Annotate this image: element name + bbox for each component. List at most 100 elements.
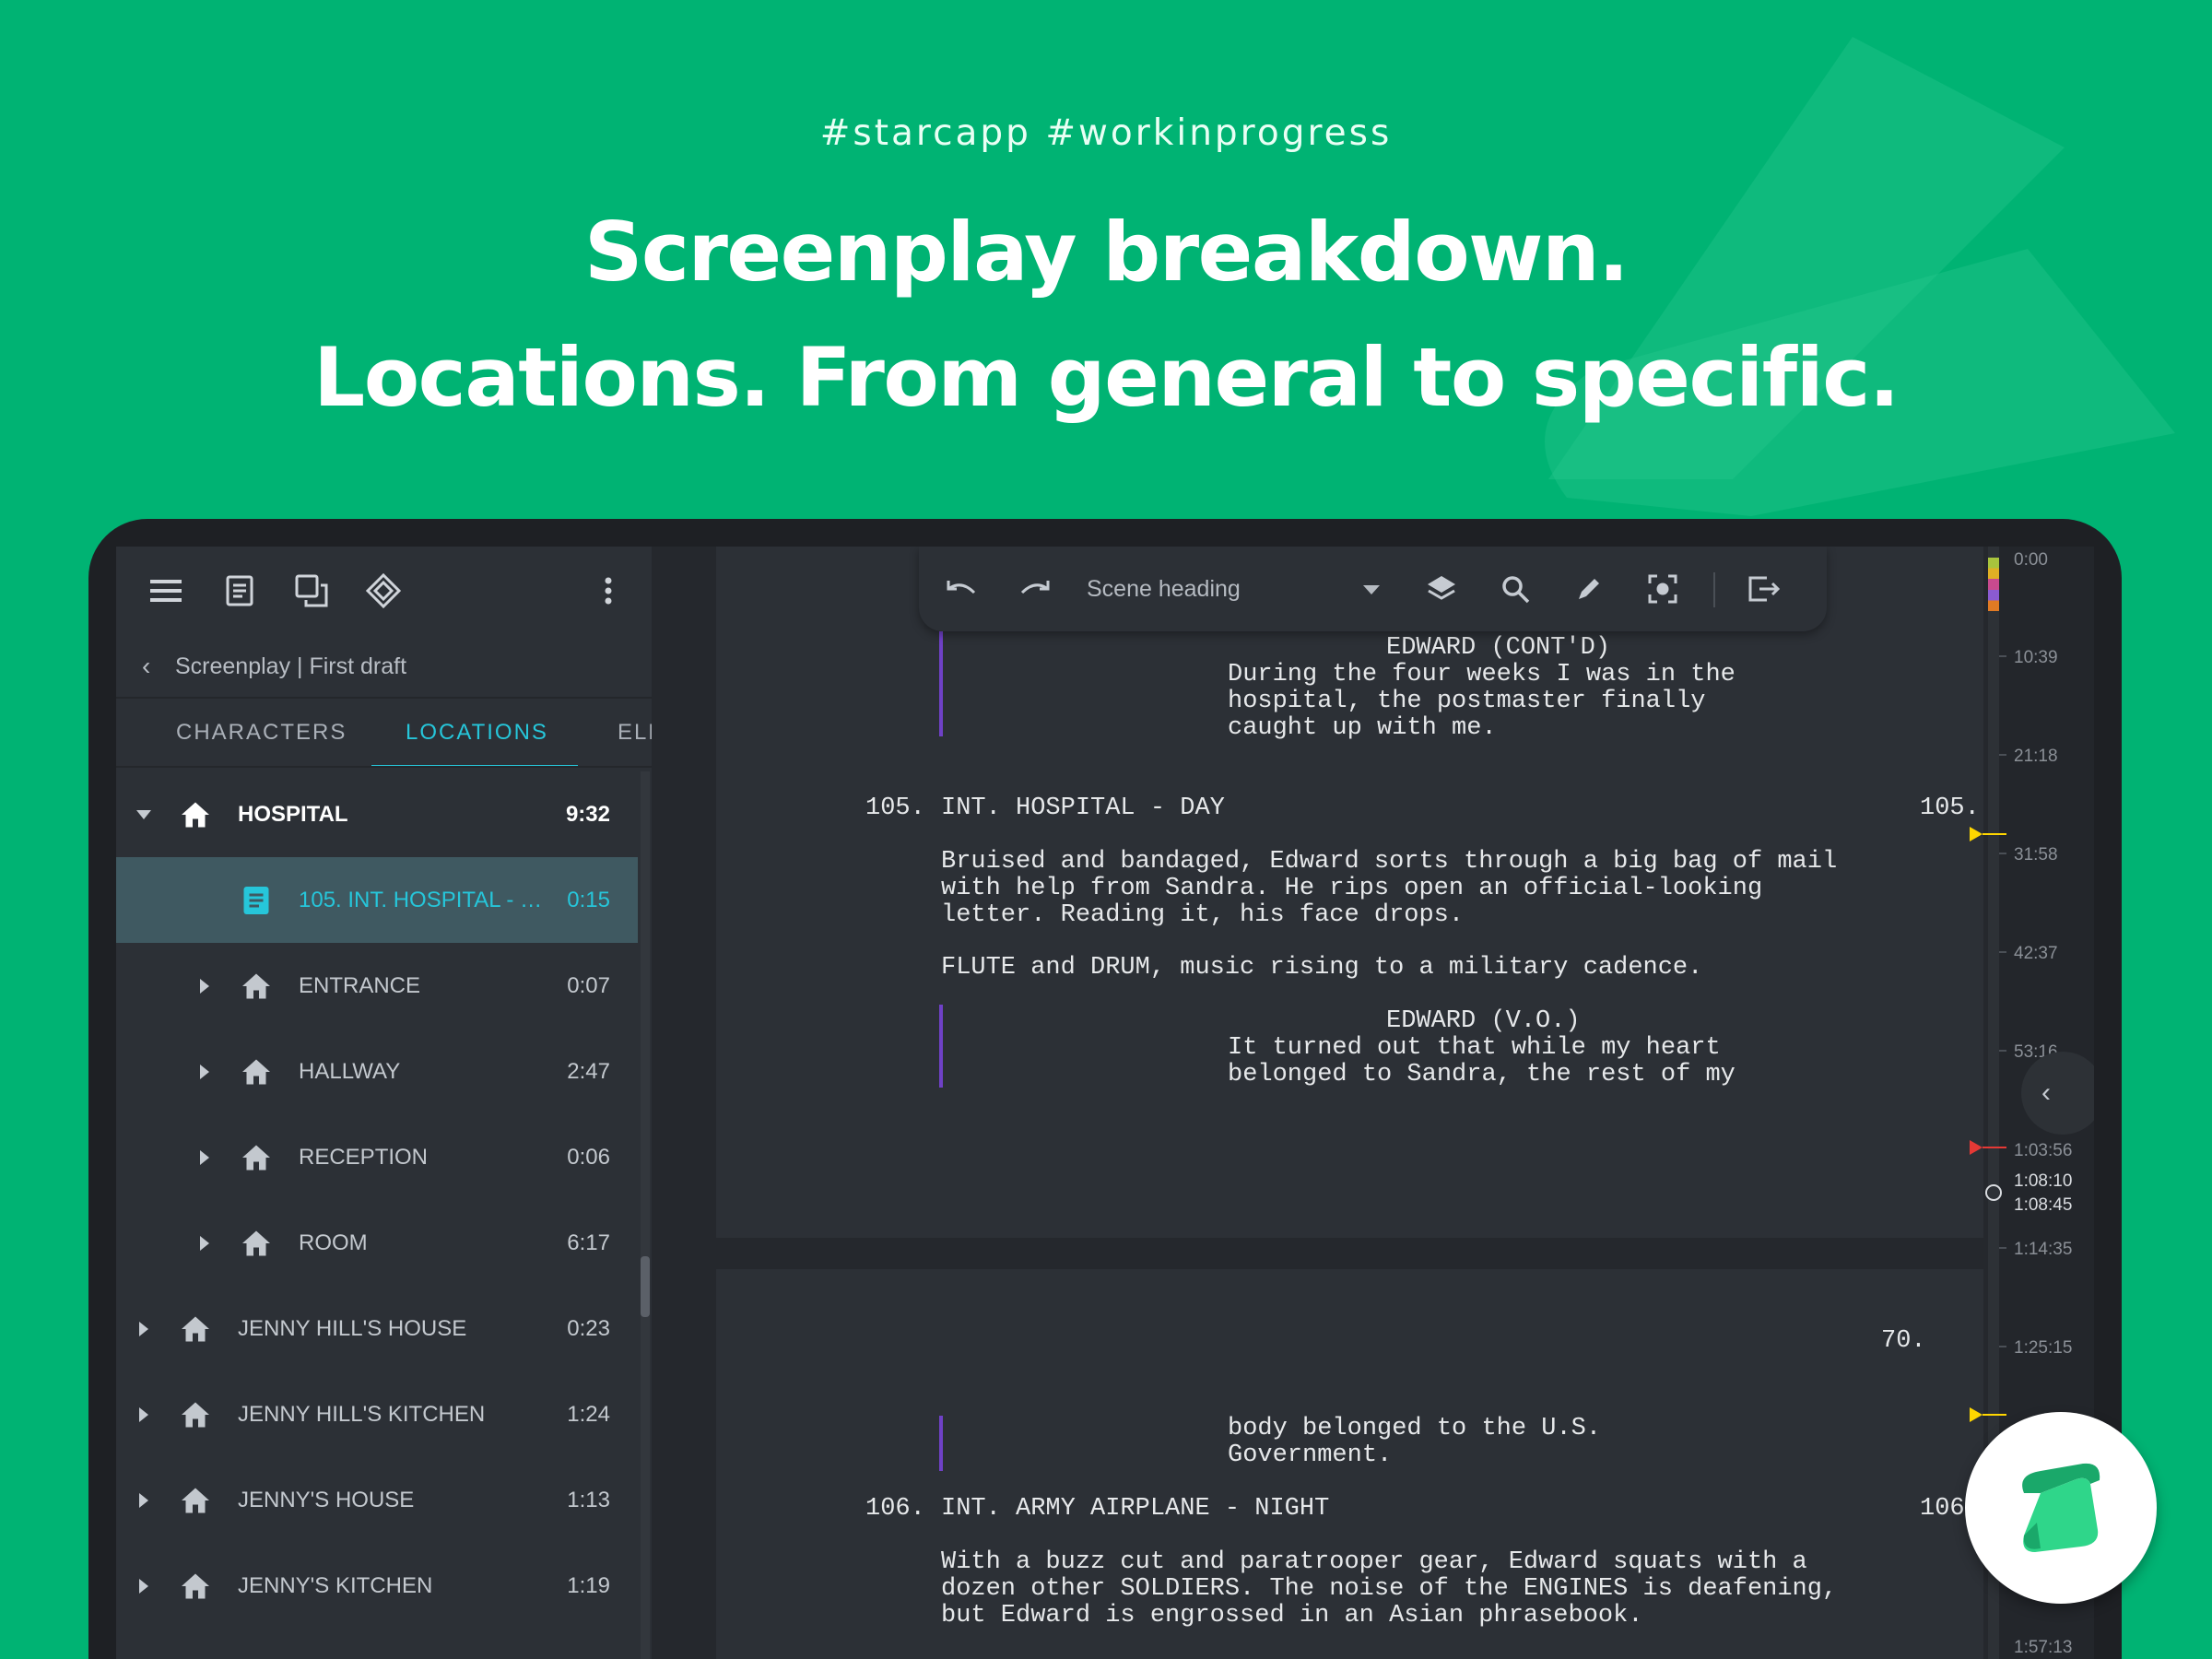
character-name[interactable]: EDWARD (CONT'D) xyxy=(1386,635,1610,662)
tab-elements[interactable]: ELEMENTS xyxy=(618,699,652,766)
scene-heading[interactable]: INT. ARMY AIRPLANE - NIGHT xyxy=(941,1496,1329,1523)
collapsed-arrow-icon[interactable] xyxy=(195,977,214,995)
collapsed-arrow-icon[interactable] xyxy=(195,1063,214,1081)
collapsed-arrow-icon[interactable] xyxy=(135,1406,153,1424)
export-icon[interactable] xyxy=(1742,567,1786,611)
home-icon xyxy=(242,1059,270,1084)
expanded-arrow-icon[interactable] xyxy=(135,806,153,824)
screenplay-editor: EDWARD (CONT'D) During the four weeks I … xyxy=(652,547,2094,1659)
tree-row-time: 0:07 xyxy=(567,972,610,998)
tree-row-time: 1:24 xyxy=(567,1401,610,1427)
chevron-left-icon: ‹ xyxy=(142,652,151,680)
tree-row-jenny-hills-house[interactable]: JENNY HILL'S HOUSE 0:23 xyxy=(116,1286,638,1371)
tree-row-hospital[interactable]: HOSPITAL 9:32 xyxy=(116,771,638,857)
editor-toolbar: Scene heading xyxy=(919,547,1827,631)
tree-row-label: JENNY'S KITCHEN xyxy=(238,1572,433,1598)
tree-row-time: 0:15 xyxy=(567,887,610,912)
dialogue-text[interactable]: body belonged to the U.S. Government. xyxy=(1228,1416,1601,1469)
tree-row-room[interactable]: ROOM 6:17 xyxy=(116,1200,638,1286)
collapsed-arrow-icon[interactable] xyxy=(135,1491,153,1510)
timeline-tick: 1:14:35 xyxy=(2014,1240,2073,1259)
timeline-dash xyxy=(1999,754,2006,756)
timeline-tick: 21:18 xyxy=(2014,747,2058,766)
pen-icon[interactable] xyxy=(1567,567,1611,611)
tree-row-time: 0:23 xyxy=(567,1315,610,1341)
sidebar-scrollbar-track[interactable] xyxy=(641,771,650,1659)
scene-number: 106. xyxy=(865,1495,925,1523)
dialogue-text[interactable]: It turned out that while my heart belong… xyxy=(1228,1035,1735,1088)
paragraph-type-select[interactable]: Scene heading xyxy=(1087,567,1241,611)
tree-row-time: 6:17 xyxy=(567,1230,610,1255)
scene-heading[interactable]: INT. HOSPITAL - DAY xyxy=(941,795,1225,822)
tree-row-label: HOSPITAL xyxy=(238,801,348,827)
tree-row-label: JENNY'S HOUSE xyxy=(238,1487,415,1512)
tree-row-jenny-hills-kitchen[interactable]: JENNY HILL'S KITCHEN 1:24 xyxy=(116,1371,638,1457)
collapsed-arrow-icon[interactable] xyxy=(195,1148,214,1167)
home-icon xyxy=(182,1402,209,1427)
starc-logo-badge xyxy=(1965,1412,2157,1604)
tree-row-jennys-kitchen[interactable]: JENNY'S KITCHEN 1:19 xyxy=(116,1543,638,1629)
scene-icon xyxy=(243,886,269,914)
timeline-cursor-icon[interactable] xyxy=(1983,1182,2004,1203)
focus-icon[interactable] xyxy=(1641,567,1685,611)
active-tab-indicator xyxy=(371,765,578,766)
collapsed-arrow-icon[interactable] xyxy=(135,1320,153,1338)
menu-icon[interactable] xyxy=(144,569,188,613)
timeline-dash xyxy=(1999,951,2006,953)
home-icon xyxy=(182,1316,209,1341)
dialogue-bar xyxy=(939,1005,943,1088)
timeline-dash xyxy=(1999,1050,2006,1052)
structure-icon[interactable] xyxy=(361,569,406,613)
timeline-color-markers xyxy=(1988,558,1999,611)
collapsed-arrow-icon[interactable] xyxy=(135,1577,153,1595)
app-screen: ‹ Screenplay | First draft CHARACTERS LO… xyxy=(116,547,2094,1659)
tree-row-label: HALLWAY xyxy=(299,1058,401,1084)
breadcrumb[interactable]: ‹ Screenplay | First draft xyxy=(142,648,406,685)
action-text[interactable]: FLUTE and DRUM, music rising to a milita… xyxy=(941,955,1702,982)
timeline-tick: 42:37 xyxy=(2014,944,2058,963)
character-name[interactable]: EDWARD (V.O.) xyxy=(1386,1008,1581,1035)
timeline-tick: 1:25:15 xyxy=(2014,1338,2073,1358)
collapsed-arrow-icon[interactable] xyxy=(195,1234,214,1253)
toolbar-divider xyxy=(1713,572,1715,607)
page-number: 70. xyxy=(1881,1327,1926,1355)
tree-row-time: 9:32 xyxy=(565,801,610,827)
tab-locations[interactable]: LOCATIONS xyxy=(406,699,548,766)
more-vertical-icon[interactable] xyxy=(586,569,630,613)
action-text[interactable]: With a buzz cut and paratrooper gear, Ed… xyxy=(941,1549,1837,1630)
breadcrumb-label: Screenplay | First draft xyxy=(175,653,407,679)
timeline-dash xyxy=(1999,1346,2006,1347)
bookmark-flag-icon[interactable] xyxy=(1970,1138,2006,1157)
layers-icon[interactable] xyxy=(1419,567,1464,611)
tree-row-hallway[interactable]: HALLWAY 2:47 xyxy=(116,1029,638,1114)
search-icon[interactable] xyxy=(1493,567,1537,611)
dialogue-bar xyxy=(939,631,943,736)
sidebar-scrollbar-thumb[interactable] xyxy=(641,1256,650,1317)
tree-row-reception[interactable]: RECEPTION 0:06 xyxy=(116,1114,638,1200)
timeline-tick: 0:00 xyxy=(2014,550,2048,570)
chevron-down-icon[interactable] xyxy=(1363,585,1380,594)
scene-number: 105. xyxy=(865,794,925,822)
tab-characters[interactable]: CHARACTERS xyxy=(176,699,347,766)
home-icon xyxy=(182,1573,209,1598)
starc-logo-icon xyxy=(2022,1463,2100,1552)
tree-row-label: ROOM xyxy=(299,1230,368,1255)
tree-row-time: 1:19 xyxy=(567,1572,610,1598)
tree-row-label: RECEPTION xyxy=(299,1144,429,1170)
timeline-dash xyxy=(1999,1247,2006,1249)
dialogue-text[interactable]: During the four weeks I was in the hospi… xyxy=(1228,662,1735,742)
tree-row-entrance[interactable]: ENTRANCE 0:07 xyxy=(116,943,638,1029)
tree-row-jennys-house[interactable]: JENNY'S HOUSE 1:13 xyxy=(116,1457,638,1543)
undo-icon[interactable] xyxy=(939,567,983,611)
tree-row-scene-105[interactable]: 105. INT. HOSPITAL - DAY 0:15 xyxy=(116,857,638,943)
navigator-sidebar: ‹ Screenplay | First draft CHARACTERS LO… xyxy=(116,547,652,1659)
redo-icon[interactable] xyxy=(1013,567,1057,611)
copy-icon[interactable] xyxy=(289,569,334,613)
bookmark-flag-icon[interactable] xyxy=(1970,1406,2006,1424)
navigator-tabs: CHARACTERS LOCATIONS ELEMENTS xyxy=(116,697,652,768)
document-icon[interactable] xyxy=(218,569,262,613)
bookmark-flag-icon[interactable] xyxy=(1970,825,2006,843)
action-text[interactable]: Bruised and bandaged, Edward sorts throu… xyxy=(941,849,1837,929)
tree-row-label: 105. INT. HOSPITAL - DAY xyxy=(299,887,547,912)
home-icon xyxy=(242,1145,270,1170)
